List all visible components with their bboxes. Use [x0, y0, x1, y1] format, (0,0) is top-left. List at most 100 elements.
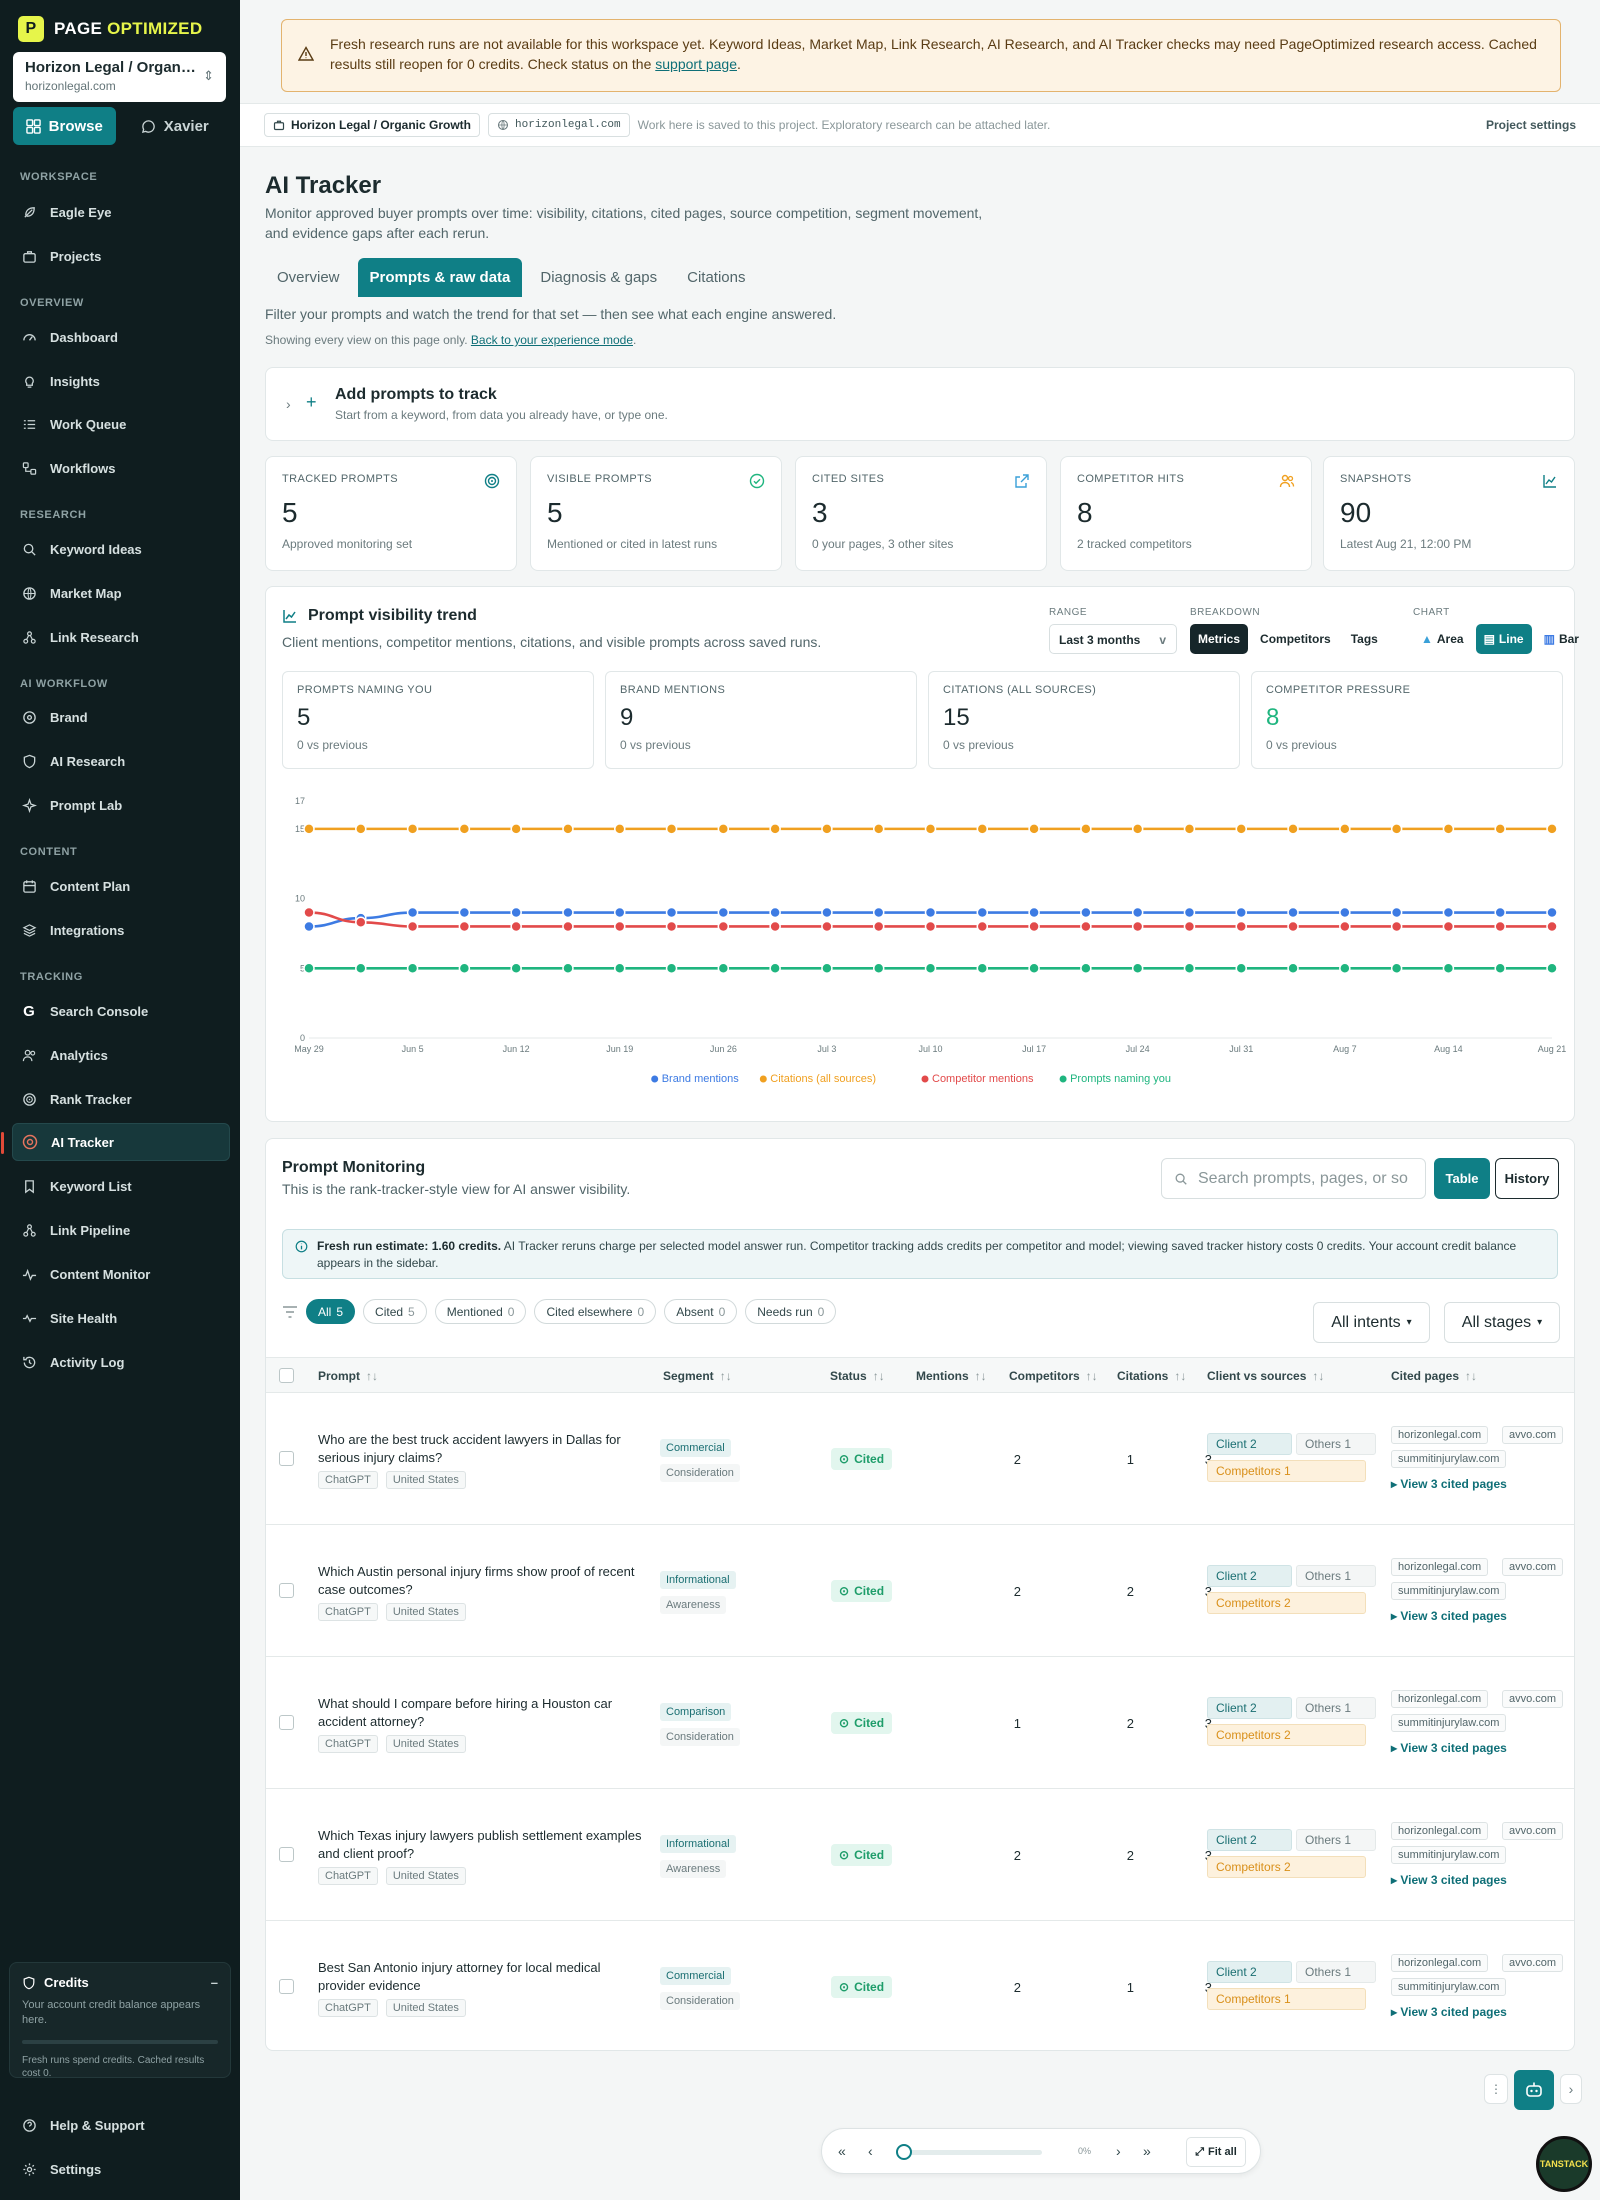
filter-all[interactable]: All 5 [306, 1299, 356, 1324]
table-row[interactable]: Which Texas injury lawyers publish settl… [266, 1789, 1574, 1921]
col-status[interactable]: Status ↑↓ [830, 1369, 885, 1383]
nav-eagle-eye[interactable]: Eagle Eye [12, 193, 230, 231]
search-input[interactable]: Search prompts, pages, or so [1161, 1158, 1426, 1199]
assistant-bot-button[interactable] [1514, 2070, 1554, 2110]
col-segment[interactable]: Segment ↑↓ [663, 1369, 732, 1383]
prompt-text[interactable]: Best San Antonio injury attorney for loc… [318, 1959, 648, 1995]
cited-site-chip[interactable]: horizonlegal.com [1391, 1426, 1489, 1444]
nav-help[interactable]: Help & Support [12, 2106, 230, 2144]
tab-diagnosis-gaps[interactable]: Diagnosis & gaps [528, 258, 669, 297]
first-page-button[interactable]: « [838, 2143, 846, 2159]
nav-link-pipeline[interactable]: Link Pipeline [12, 1211, 230, 1249]
prompt-text[interactable]: Which Austin personal injury firms show … [318, 1563, 648, 1599]
col-client-vs-sources[interactable]: Client vs sources ↑↓ [1207, 1369, 1324, 1383]
nav-content-plan[interactable]: Content Plan [12, 867, 230, 905]
col-competitors[interactable]: Competitors ↑↓ [1009, 1369, 1098, 1383]
add-prompts-panel[interactable]: › + Add prompts to track Start from a ke… [265, 367, 1575, 441]
view-cited-pages-link[interactable]: ▸ View 3 cited pages [1391, 1741, 1507, 1755]
nav-content-monitor[interactable]: Content Monitor [12, 1255, 230, 1293]
prompt-text[interactable]: Who are the best truck accident lawyers … [318, 1431, 648, 1467]
support-page-link[interactable]: support page [655, 56, 737, 72]
prompt-text[interactable]: What should I compare before hiring a Ho… [318, 1695, 648, 1731]
chart-type-bar[interactable]: ▥ Bar [1536, 624, 1587, 654]
domain-chip[interactable]: horizonlegal.com [488, 113, 630, 137]
nav-brand[interactable]: Brand [12, 698, 230, 736]
cited-site-chip[interactable]: summitinjurylaw.com [1391, 1714, 1507, 1732]
col-prompt[interactable]: Prompt ↑↓ [318, 1369, 378, 1383]
filter-absent[interactable]: Absent 0 [664, 1299, 738, 1324]
chart-type-line[interactable]: ▤ Line [1475, 624, 1532, 654]
cited-site-chip[interactable]: avvo.com [1502, 1558, 1564, 1576]
nav-workflows[interactable]: Workflows [12, 449, 230, 487]
prev-page-button[interactable]: ‹ [868, 2143, 873, 2159]
cited-site-chip[interactable]: horizonlegal.com [1391, 1558, 1489, 1576]
tanstack-devtools-badge[interactable]: TANSTACK [1536, 2136, 1592, 2192]
prompt-text[interactable]: Which Texas injury lawyers publish settl… [318, 1827, 648, 1863]
view-cited-pages-link[interactable]: ▸ View 3 cited pages [1391, 1477, 1507, 1491]
breakdown-tags[interactable]: Tags [1343, 624, 1386, 654]
range-select[interactable]: Last 3 months v [1049, 624, 1177, 654]
col-cited-pages[interactable]: Cited pages ↑↓ [1391, 1369, 1477, 1383]
xavier-mode-button[interactable]: Xavier [124, 107, 227, 145]
intent-dropdown[interactable]: All intents ▾ [1313, 1302, 1430, 1343]
nav-work-queue[interactable]: Work Queue [12, 405, 230, 443]
cited-site-chip[interactable]: avvo.com [1502, 1954, 1564, 1972]
table-row[interactable]: Best San Antonio injury attorney for loc… [266, 1921, 1574, 2050]
filter-cited-elsewhere[interactable]: Cited elsewhere 0 [534, 1299, 657, 1324]
cited-site-chip[interactable]: summitinjurylaw.com [1391, 1582, 1507, 1600]
table-row[interactable]: What should I compare before hiring a Ho… [266, 1657, 1574, 1789]
row-checkbox[interactable] [279, 1451, 294, 1466]
nav-ai-tracker[interactable]: AI Tracker [1, 1123, 230, 1161]
nav-search-console[interactable]: G Search Console [12, 992, 230, 1030]
cited-site-chip[interactable]: horizonlegal.com [1391, 1954, 1489, 1972]
cited-site-chip[interactable]: avvo.com [1502, 1690, 1564, 1708]
filter-cited[interactable]: Cited 5 [363, 1299, 427, 1324]
table-view-button[interactable]: Table [1434, 1158, 1490, 1199]
nav-link-research[interactable]: Link Research [12, 618, 230, 656]
nav-analytics[interactable]: Analytics [12, 1036, 230, 1074]
col-citations[interactable]: Citations ↑↓ [1117, 1369, 1186, 1383]
credits-collapse-button[interactable]: – [211, 1975, 218, 1990]
last-page-button[interactable]: » [1143, 2143, 1151, 2159]
table-row[interactable]: Which Austin personal injury firms show … [266, 1525, 1574, 1657]
nav-market-map[interactable]: Market Map [12, 574, 230, 612]
view-cited-pages-link[interactable]: ▸ View 3 cited pages [1391, 1609, 1507, 1623]
nav-keyword-list[interactable]: Keyword List [12, 1167, 230, 1205]
project-settings-link[interactable]: Project settings [1486, 118, 1576, 132]
view-cited-pages-link[interactable]: ▸ View 3 cited pages [1391, 2005, 1507, 2019]
col-mentions[interactable]: Mentions ↑↓ [916, 1369, 987, 1383]
row-checkbox[interactable] [279, 1979, 294, 1994]
cited-site-chip[interactable]: horizonlegal.com [1391, 1690, 1489, 1708]
next-page-button[interactable]: › [1116, 2143, 1121, 2159]
cited-site-chip[interactable]: summitinjurylaw.com [1391, 1978, 1507, 1996]
nav-activity-log[interactable]: Activity Log [12, 1343, 230, 1381]
tab-citations[interactable]: Citations [675, 258, 757, 297]
nav-dashboard[interactable]: Dashboard [12, 318, 230, 356]
project-selector[interactable]: Horizon Legal / Organi... horizonlegal.c… [13, 52, 226, 102]
row-checkbox[interactable] [279, 1583, 294, 1598]
stage-dropdown[interactable]: All stages ▾ [1444, 1302, 1560, 1343]
chart-type-area[interactable]: ▲ Area [1413, 624, 1472, 654]
cited-site-chip[interactable]: horizonlegal.com [1391, 1822, 1489, 1840]
table-row[interactable]: Who are the best truck accident lawyers … [266, 1393, 1574, 1525]
tab-overview[interactable]: Overview [265, 258, 352, 297]
cited-site-chip[interactable]: summitinjurylaw.com [1391, 1846, 1507, 1864]
breakdown-metrics[interactable]: Metrics [1190, 624, 1249, 654]
nav-settings[interactable]: Settings [12, 2150, 230, 2188]
nav-prompt-lab[interactable]: Prompt Lab [12, 786, 230, 824]
cited-site-chip[interactable]: avvo.com [1502, 1822, 1564, 1840]
cited-site-chip[interactable]: avvo.com [1502, 1426, 1564, 1444]
project-chip[interactable]: Horizon Legal / Organic Growth [264, 113, 481, 137]
breakdown-competitors[interactable]: Competitors [1252, 624, 1339, 654]
nav-keyword-ideas[interactable]: Keyword Ideas [12, 530, 230, 568]
browse-mode-button[interactable]: Browse [13, 107, 116, 145]
zoom-slider-track[interactable] [902, 2150, 1042, 2155]
drag-handle[interactable]: ⋮ [1484, 2074, 1508, 2104]
nav-integrations[interactable]: Integrations [12, 911, 230, 949]
filter-mentioned[interactable]: Mentioned 0 [434, 1299, 527, 1324]
nav-rank-tracker[interactable]: Rank Tracker [12, 1080, 230, 1118]
row-checkbox[interactable] [279, 1847, 294, 1862]
row-checkbox[interactable] [279, 1715, 294, 1730]
fit-all-button[interactable]: ⤢ Fit all [1186, 2137, 1246, 2167]
nav-site-health[interactable]: Site Health [12, 1299, 230, 1337]
